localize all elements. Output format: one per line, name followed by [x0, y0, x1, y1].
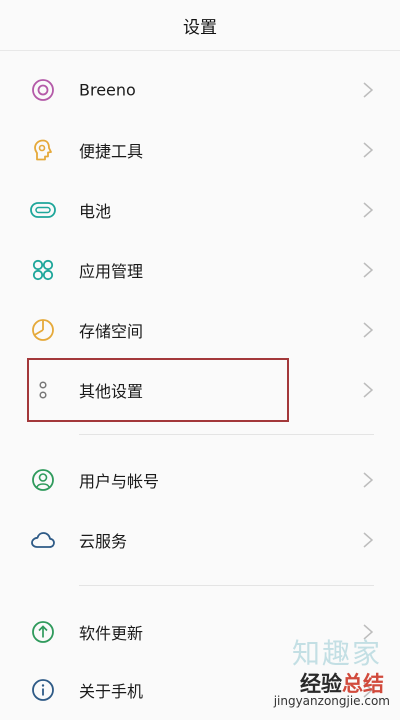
settings-item-software-update[interactable]: 软件更新 [0, 602, 400, 662]
app-management-icon [30, 257, 56, 283]
settings-item-label: 便捷工具 [79, 142, 144, 161]
settings-item-convenience-tools[interactable]: 便捷工具 [0, 120, 400, 180]
header-divider [0, 50, 400, 51]
chevron-right-icon [363, 322, 374, 338]
settings-item-other-settings[interactable]: 其他设置 [0, 360, 400, 420]
battery-icon [30, 197, 56, 223]
settings-item-breeno[interactable]: Breeno [0, 60, 400, 120]
other-settings-icon [30, 377, 56, 403]
section-divider [79, 434, 374, 435]
chevron-right-icon [363, 532, 374, 548]
section-divider [79, 585, 374, 586]
settings-item-app-management[interactable]: 应用管理 [0, 240, 400, 300]
convenience-tools-icon [30, 137, 56, 163]
chevron-right-icon [363, 262, 374, 278]
settings-item-label: 云服务 [79, 532, 128, 551]
chevron-right-icon [363, 382, 374, 398]
chevron-right-icon [363, 472, 374, 488]
settings-item-label: 软件更新 [79, 624, 144, 643]
software-update-icon [30, 619, 56, 645]
chevron-right-icon [363, 142, 374, 158]
breeno-icon [30, 77, 56, 103]
storage-icon [30, 317, 56, 343]
user-account-icon [30, 467, 56, 493]
header: 设置 [0, 0, 400, 50]
settings-item-label: Breeno [79, 80, 136, 100]
settings-item-storage[interactable]: 存储空间 [0, 300, 400, 360]
chevron-right-icon [363, 82, 374, 98]
settings-item-cloud-service[interactable]: 云服务 [0, 510, 400, 570]
settings-item-label: 应用管理 [79, 262, 144, 281]
settings-item-about-phone[interactable]: 关于手机 [0, 660, 400, 720]
settings-item-battery[interactable]: 电池 [0, 180, 400, 240]
chevron-right-icon [363, 682, 374, 698]
settings-item-label: 其他设置 [79, 382, 144, 401]
chevron-right-icon [363, 202, 374, 218]
settings-item-label: 存储空间 [79, 322, 144, 341]
page-title: 设置 [183, 17, 217, 38]
about-phone-icon [30, 677, 56, 703]
settings-item-user-account[interactable]: 用户与帐号 [0, 450, 400, 510]
settings-item-label: 电池 [79, 202, 112, 221]
settings-item-label: 用户与帐号 [79, 472, 160, 491]
settings-item-label: 关于手机 [79, 682, 144, 701]
cloud-service-icon [30, 527, 56, 553]
chevron-right-icon [363, 624, 374, 640]
